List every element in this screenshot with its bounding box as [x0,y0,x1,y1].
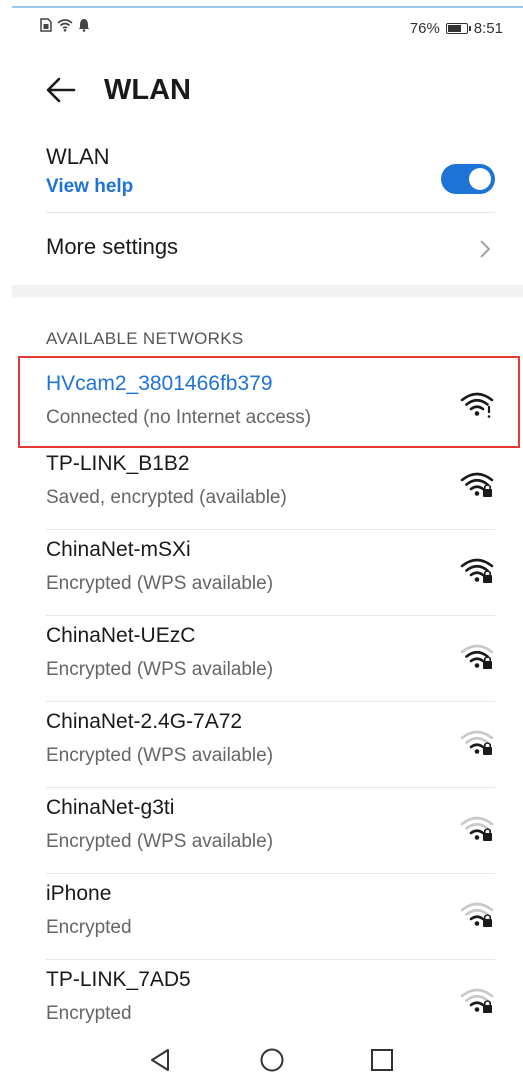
network-name: TP-LINK_B1B2 [46,452,190,475]
status-bar: 76% 8:51 [0,14,523,44]
wifi-lock-icon [460,730,494,755]
network-row[interactable]: TP-LINK_B1B2 Saved, encrypted (available) [46,444,495,530]
clock: 8:51 [473,20,503,37]
network-row[interactable]: iPhone Encrypted [46,874,495,960]
network-status: Encrypted [46,1003,132,1024]
wifi-lock-icon [460,558,494,583]
page-title: WLAN [104,74,191,106]
triangle-back-icon[interactable] [146,1046,174,1074]
square-recents-icon[interactable] [368,1046,396,1074]
network-status: Encrypted [46,917,132,938]
network-row[interactable]: ChinaNet-2.4G-7A72 Encrypted (WPS availab… [46,702,495,788]
wifi-icon [57,19,73,32]
wlan-toggle-row[interactable]: WLAN View help [46,144,495,210]
network-row[interactable]: ChinaNet-mSXi Encrypted (WPS available) [46,530,495,616]
more-settings-row[interactable]: More settings [46,234,495,270]
battery-percent: 76% [409,20,440,37]
divider [46,212,495,213]
network-name: ChinaNet-2.4G-7A72 [46,710,243,733]
wifi-lock-icon [460,816,494,841]
battery-level [447,25,461,32]
wlan-toggle[interactable] [441,164,495,194]
navigation-bar [0,1040,523,1080]
status-icons [40,18,90,32]
wlan-label: WLAN [46,144,110,169]
connected-network-highlight [18,356,520,448]
circle-home-icon[interactable] [258,1046,286,1074]
network-name: ChinaNet-g3ti [46,796,175,819]
network-status: Encrypted (WPS available) [46,573,274,594]
arrow-left-icon[interactable] [46,76,76,104]
status-right: 76% 8:51 [410,20,503,37]
network-name: ChinaNet-mSXi [46,538,191,561]
network-status: Encrypted (WPS available) [46,659,274,680]
network-status: Saved, encrypted (available) [46,487,287,508]
chevron-right-icon [480,240,491,258]
notification-bell-icon [78,19,90,32]
network-status: Encrypted (WPS available) [46,831,274,852]
section-separator-band [12,285,523,297]
network-name: TP-LINK_7AD5 [46,968,191,991]
network-row[interactable]: TP-LINK_7AD5 Encrypted [46,960,495,1046]
network-status: Encrypted (WPS available) [46,745,274,766]
top-divider-line [12,6,523,8]
wifi-lock-icon [460,472,494,497]
sim-icon [40,18,52,32]
network-row[interactable]: ChinaNet-g3ti Encrypted (WPS available) [46,788,495,874]
toggle-knob [469,168,491,190]
page-header: WLAN [0,66,523,116]
wifi-lock-icon [460,988,494,1013]
wifi-lock-icon [460,644,494,669]
network-row[interactable]: ChinaNet-UEzC Encrypted (WPS available) [46,616,495,702]
battery-icon [445,23,471,34]
view-help-link[interactable]: View help [46,176,495,198]
wifi-lock-icon [460,902,494,927]
network-name: ChinaNet-UEzC [46,624,196,647]
more-settings-label: More settings [46,234,179,259]
available-networks-header: AVAILABLE NETWORKS [46,329,244,348]
network-name: iPhone [46,882,112,905]
